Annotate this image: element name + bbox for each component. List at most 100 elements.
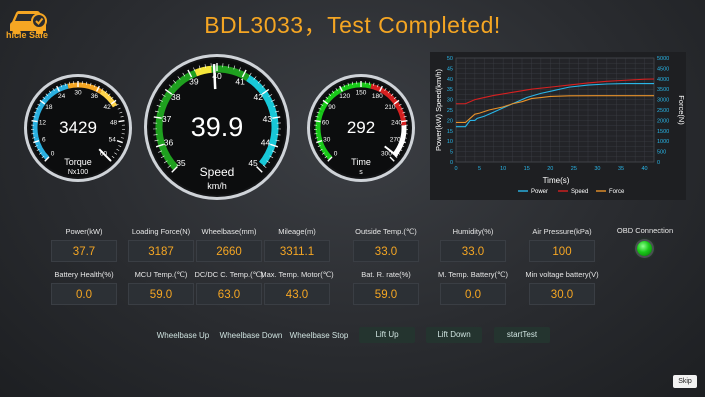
chart-xlabel: Time(s) [543,176,570,185]
chart-y-right-tick-label: 0 [657,160,660,166]
chart-y-right-tick-label: 500 [657,150,666,156]
gauge-tick-label: 240 [391,120,402,127]
gauge-tick-label: 54 [109,136,117,143]
chart-x-tick-label: 15 [524,166,530,172]
legend-label-force: Force [609,189,625,195]
chart-y-right-tick-label: 4500 [657,66,669,72]
page-title: BDL3033，Test Completed! [204,12,501,38]
lift-down-button[interactable]: Lift Down [426,327,482,343]
test-chart: 0 5 10 15 20 25 30 35 40 0 5 10 15 20 25 30 35 40 45 50 0 5… [430,52,686,200]
chart-y-left-tick-label: 35 [447,87,453,93]
gauge-tick-label: 36 [164,138,174,148]
metric-value: 33.0 [440,240,506,262]
metric-value: 30.0 [529,283,595,305]
chart-plot: 0 5 10 15 20 25 30 35 40 0 5 10 15 20 25 30 35 40 45 50 0 5… [434,56,686,195]
obd-connection-label: OBD Connection [616,226,674,235]
gauge-tick-label: 270 [390,136,401,143]
chart-y-left-tick-label: 30 [447,98,453,104]
metric-value: 3187 [128,240,194,262]
metric-label: M. Temp. Battery(℃) [438,270,508,279]
lift-up-button[interactable]: Lift Up [359,327,415,343]
gauge-tick-label: 120 [339,93,350,100]
chart-y-left-tick-label: 40 [447,77,453,83]
gauge-tick [314,119,321,123]
gauge-tick-label: 0 [334,151,338,158]
speed-label: Speed [200,165,235,179]
gauge-tick-label: 42 [254,92,264,102]
gauge-tick-label: 35 [176,158,186,168]
obd-status-indicator [637,241,652,256]
gauge-tick-label: 38 [171,92,181,102]
chart-y-left-tick-label: 50 [447,56,453,62]
legend-label-speed: Speed [571,189,588,195]
wheelbase-up-button[interactable]: Wheelbase Up [152,328,214,344]
metric-label: Mileage(m) [278,227,316,236]
metric-label: Air Pressure(kPa) [532,227,592,236]
speed-needle [212,64,217,90]
chart-y-left-tick-label: 45 [447,66,453,72]
speed-unit: km/h [207,181,227,191]
legend-label-power: Power [531,189,548,195]
metric-value: 0.0 [440,283,506,305]
torque-gauge: 06121824303642485460 3429 Torque Nx100 [22,72,134,184]
start-test-button[interactable]: startTest [494,327,550,343]
chart-x-tick-label: 35 [618,166,624,172]
gauge-tick-label: 37 [162,114,172,124]
chart-y-left-tick-label: 0 [450,160,453,166]
metric-value: 2660 [196,240,262,262]
gauge-tick [31,119,38,123]
chart-ylabel-left: Power(kW) Speed(km/h) [434,68,443,151]
time-unit: s [359,169,363,176]
time-label: Time [351,157,371,167]
chart-x-tick-label: 30 [594,166,600,172]
gauge-tick-label: 150 [356,89,367,96]
metric-label: Outside Temp.(℃) [355,227,417,236]
chart-x-tick-label: 40 [642,166,648,172]
gauge-tick [118,119,125,123]
chart-y-right-tick-label: 3000 [657,98,669,104]
gauge-tick-label: 24 [58,93,66,100]
chart-x-tick-label: 20 [547,166,553,172]
chart-y-right-tick-label: 1500 [657,129,669,135]
gauge-tick-label: 180 [372,93,383,100]
chart-y-right-tick-label: 5000 [657,56,669,62]
gauge-tick-label: 39 [189,77,199,87]
chart-ylabel-right: Force(N) [677,95,686,125]
gauge-tick-label: 30 [74,89,82,96]
wheelbase-stop-button[interactable]: Wheelbase Stop [286,328,352,344]
gauge-tick-label: 60 [322,120,330,127]
chart-x-tick-label: 10 [500,166,506,172]
metric-value: 37.7 [51,240,117,262]
gauge-tick-label: 42 [104,104,112,111]
gauge-tick-label: 18 [45,104,53,111]
gauge-tick-label: 43 [263,114,273,124]
gauge-tick-label: 44 [261,138,271,148]
metric-label: Bat. R. rate(%) [361,270,411,279]
speed-value: 39.9 [191,112,244,142]
chart-y-left-tick-label: 10 [447,139,453,145]
chart-y-left-tick-label: 5 [450,150,453,156]
gauge-tick-label: 30 [323,136,331,143]
gauge-tick-label: 12 [39,120,47,127]
chart-y-right-tick-label: 2000 [657,118,669,124]
metric-value: 59.0 [353,283,419,305]
time-gauge: 0 30 60 90 120 150 180 210 240 270 300 292 Time s [305,72,417,184]
time-value: 292 [347,118,375,137]
gauge-tick [401,119,408,123]
gauge-tick-label: 41 [235,77,245,87]
chart-y-right-tick-label: 1000 [657,139,669,145]
metric-value: 3311.1 [264,240,330,262]
torque-label: Torque [64,157,92,167]
wheelbase-down-button[interactable]: Wheelbase Down [218,328,284,344]
metric-label: Humidity(%) [452,227,494,236]
chart-y-left-tick-label: 15 [447,129,453,135]
gauge-tick-label: 0 [51,151,55,158]
metric-value: 100 [529,240,595,262]
skip-button[interactable]: Skip [673,375,697,388]
gauge-tick-label: 36 [91,93,99,100]
chart-y-left-tick-label: 25 [447,108,453,114]
metric-value: 63.0 [196,283,262,305]
metric-label: Min voltage battery(V) [525,270,599,279]
speed-gauge: 35 36 37 38 39 40 41 42 43 44 45 39.9 Speed km/h [142,52,292,202]
metric-value: 0.0 [51,283,117,305]
